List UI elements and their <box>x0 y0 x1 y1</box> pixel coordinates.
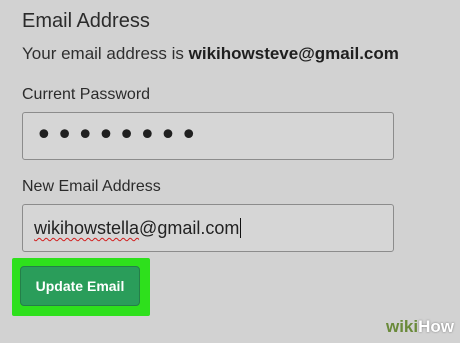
wikihow-watermark: wiki How <box>386 317 454 337</box>
current-password-field[interactable]: •••••••• <box>22 112 394 160</box>
new-email-domain: @gmail.com <box>139 218 240 238</box>
new-email-value: wikihowstella@gmail.com <box>34 218 242 239</box>
update-email-button[interactable]: Update Email <box>20 266 140 306</box>
current-password-label: Current Password <box>22 86 151 103</box>
current-email-value: wikihowsteve@gmail.com <box>188 44 399 63</box>
watermark-how: How <box>418 317 454 336</box>
watermark-wiki: wiki <box>385 317 419 336</box>
new-email-field[interactable]: wikihowstella@gmail.com <box>22 204 394 252</box>
current-email-line: Your email address is wikihowsteve@gmail… <box>22 44 399 64</box>
current-password-value: •••••••• <box>35 118 201 153</box>
current-email-prefix: Your email address is <box>22 44 189 63</box>
new-email-label: New Email Address <box>22 178 161 195</box>
spellcheck-underlined-text: wikihowstella <box>34 218 140 238</box>
section-title: Email Address <box>22 10 150 32</box>
text-caret <box>240 218 242 238</box>
